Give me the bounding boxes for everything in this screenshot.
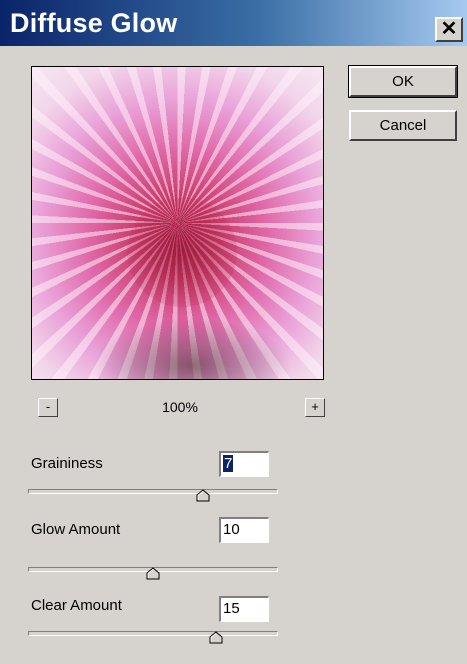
graininess-slider-thumb[interactable] [196, 489, 210, 502]
graininess-input[interactable]: 7 [219, 451, 269, 477]
clear-amount-label: Clear Amount [31, 597, 122, 614]
preview-shadow [92, 317, 292, 379]
graininess-slider-track[interactable] [28, 489, 278, 494]
glow-amount-input[interactable]: 10 [219, 517, 269, 543]
clear-amount-slider-track[interactable] [28, 631, 278, 636]
clear-amount-slider-thumb[interactable] [209, 631, 223, 644]
title-bar: Diffuse Glow ✕ [0, 0, 467, 46]
close-icon: ✕ [440, 18, 458, 40]
zoom-out-button[interactable]: - [38, 398, 58, 417]
preview-image[interactable] [31, 66, 324, 380]
glow-amount-slider-thumb[interactable] [146, 567, 160, 580]
graininess-value: 7 [223, 455, 234, 472]
clear-amount-value: 15 [223, 600, 240, 617]
graininess-label: Graininess [31, 455, 103, 472]
dialog-title: Diffuse Glow [10, 8, 178, 38]
clear-amount-input[interactable]: 15 [219, 596, 269, 622]
zoom-level: 100% [162, 399, 198, 415]
zoom-in-button[interactable]: + [305, 398, 325, 417]
minus-icon: - [45, 399, 51, 414]
close-button[interactable]: ✕ [435, 17, 463, 42]
ok-button[interactable]: OK [348, 65, 458, 98]
glow-amount-label: Glow Amount [31, 521, 121, 538]
plus-icon: + [311, 399, 319, 414]
glow-amount-value: 10 [223, 521, 240, 538]
cancel-button[interactable]: Cancel [349, 110, 457, 141]
preview-flower-center [127, 197, 237, 307]
